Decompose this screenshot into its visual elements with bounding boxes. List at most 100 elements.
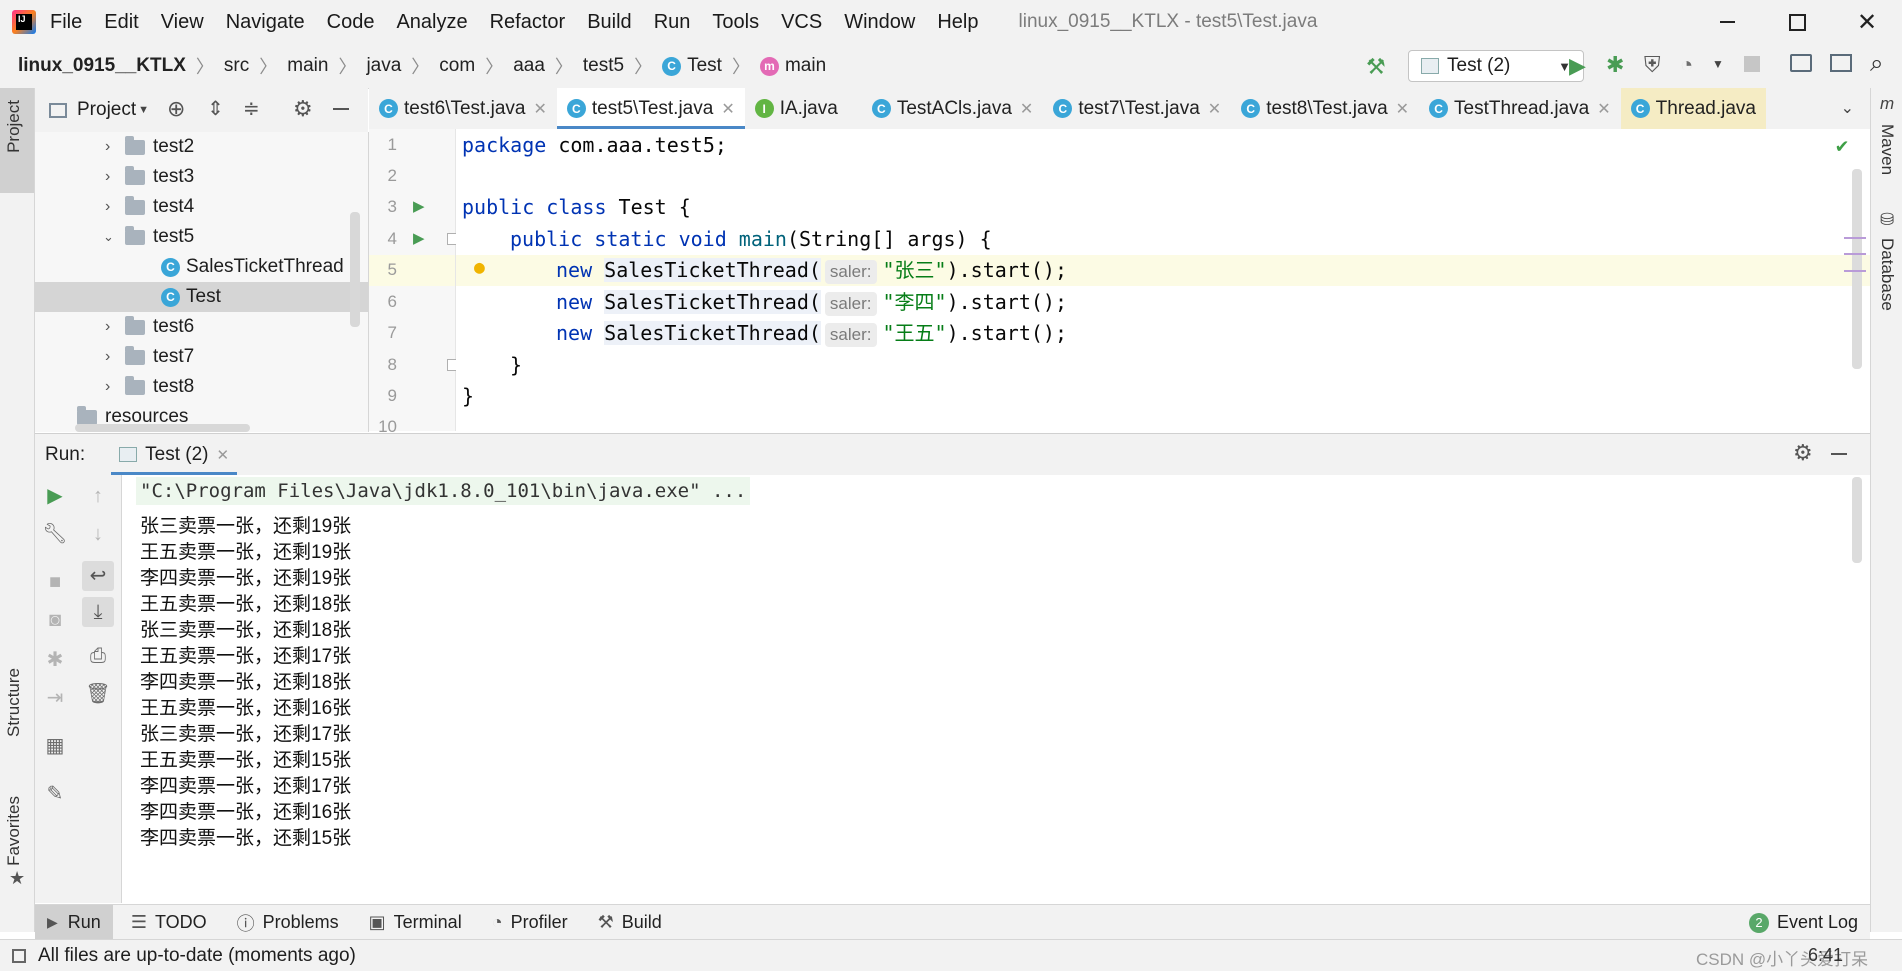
profiler-icon[interactable]: ◔	[1680, 52, 1693, 78]
more-run-chevron-icon[interactable]: ▼	[1712, 57, 1724, 71]
breadcrumb-java[interactable]: java	[366, 55, 401, 77]
tree-item-salesticketthread[interactable]: C SalesTicketThread	[35, 252, 368, 282]
debug-icon[interactable]: ✱	[1606, 52, 1624, 78]
run-gutter-icon[interactable]: ▶	[413, 197, 425, 215]
close-tab-icon[interactable]: ✕	[721, 99, 734, 119]
tab-testthread-java[interactable]: C TestThread.java ✕	[1419, 88, 1621, 129]
lightbulb-icon[interactable]: ●	[474, 257, 485, 278]
minimize-button[interactable]	[1692, 0, 1762, 44]
breadcrumb-main[interactable]: main	[287, 55, 328, 77]
tab-list-chevron-icon[interactable]: ⌄	[1841, 98, 1854, 118]
locate-icon[interactable]: ⊕	[167, 96, 185, 122]
tree-item-test4[interactable]: › test4	[35, 192, 368, 222]
tab-test7-test-java[interactable]: C test7\Test.java ✕	[1043, 88, 1231, 129]
console-scrollbar[interactable]	[1852, 477, 1862, 563]
tree-hscrollbar[interactable]	[75, 424, 250, 432]
bottom-tab-profiler[interactable]: ◔ Profiler	[492, 912, 568, 933]
close-tab-icon[interactable]: ✕	[1020, 99, 1033, 119]
scroll-to-end-icon[interactable]: ⤓	[82, 597, 114, 627]
code-editor[interactable]: package com.aaa.test5; public class Test…	[456, 129, 1870, 431]
side-tab-structure[interactable]: Structure	[4, 668, 24, 737]
collapse-all-icon[interactable]: ≑	[243, 96, 260, 121]
gear-icon[interactable]: ⚙	[293, 96, 313, 122]
hide-panel-icon[interactable]	[1831, 453, 1847, 455]
menu-run[interactable]: Run	[654, 11, 691, 34]
bottom-tab-run[interactable]: ▶ Run	[35, 905, 113, 940]
soft-wrap-icon[interactable]: ↩	[82, 561, 114, 591]
stop-icon[interactable]: ■	[35, 571, 75, 594]
maximize-button[interactable]	[1762, 0, 1832, 44]
breadcrumb-com[interactable]: com	[439, 55, 475, 77]
menu-window[interactable]: Window	[844, 11, 915, 34]
menu-refactor[interactable]: Refactor	[490, 11, 566, 34]
bottom-tab-build[interactable]: ⚒ Build	[598, 912, 662, 933]
run-config-select[interactable]: Test (2) ▼	[1408, 50, 1584, 82]
hide-panel-icon[interactable]	[333, 108, 349, 110]
close-tab-icon[interactable]: ✕	[1208, 99, 1221, 119]
menu-tools[interactable]: Tools	[712, 11, 759, 34]
event-log-button[interactable]: 2 Event Log	[1749, 905, 1858, 940]
coverage-icon[interactable]: ⛨	[1644, 52, 1661, 78]
run-icon[interactable]: ▶	[1569, 53, 1586, 79]
project-view-select[interactable]: Project	[77, 99, 136, 121]
login-icon[interactable]: ⇥	[35, 685, 75, 710]
tab-test8-test-java[interactable]: C test8\Test.java ✕	[1231, 88, 1419, 129]
run-tab-test2[interactable]: Test (2) ✕	[111, 434, 238, 476]
breadcrumb-test5[interactable]: test5	[583, 55, 624, 77]
tree-item-test7[interactable]: › test7	[35, 342, 368, 372]
tree-item-test6[interactable]: › test6	[35, 312, 368, 342]
menu-file[interactable]: File	[50, 11, 82, 34]
bottom-tab-todo[interactable]: ☰ TODO	[131, 912, 207, 933]
menu-code[interactable]: Code	[327, 11, 375, 34]
caret-position[interactable]: 6:41	[1808, 945, 1843, 966]
menu-analyze[interactable]: Analyze	[396, 11, 467, 34]
gear-icon[interactable]: ⚙	[1793, 440, 1813, 466]
menu-build[interactable]: Build	[587, 11, 631, 34]
side-tab-maven[interactable]: Maven	[1877, 124, 1897, 175]
up-arrow-icon[interactable]: ↑	[75, 485, 121, 508]
stop-icon[interactable]	[1744, 56, 1760, 72]
expand-all-icon[interactable]: ⇕	[207, 96, 224, 121]
close-tab-icon[interactable]: ✕	[1597, 99, 1610, 119]
bottom-tab-terminal[interactable]: ▣ Terminal	[369, 912, 462, 933]
menu-help[interactable]: Help	[937, 11, 978, 34]
menu-edit[interactable]: Edit	[104, 11, 138, 34]
tree-item-test8[interactable]: › test8	[35, 372, 368, 402]
layout-icon[interactable]: ▦	[35, 733, 75, 758]
trash-icon[interactable]: 🗑︎	[75, 681, 121, 706]
pin-icon[interactable]: ✎	[35, 781, 75, 806]
side-tab-database[interactable]: Database	[1877, 238, 1897, 311]
close-tab-icon[interactable]: ✕	[1396, 99, 1409, 119]
close-button[interactable]: ✕	[1832, 0, 1902, 44]
tab-ia-java[interactable]: I IA.java	[745, 88, 848, 129]
wrench-icon[interactable]: 🔧︎	[35, 521, 75, 546]
close-tab-icon[interactable]: ✕	[533, 99, 546, 119]
print-icon[interactable]: ⎙	[75, 645, 121, 668]
tab-test5-test-java[interactable]: C test5\Test.java ✕	[556, 88, 745, 129]
side-tab-project[interactable]: Project	[0, 88, 34, 193]
tree-scrollbar[interactable]	[350, 212, 360, 327]
menu-navigate[interactable]: Navigate	[226, 11, 305, 34]
build-hammer-icon[interactable]: ⚒	[1366, 54, 1386, 80]
camera-icon[interactable]: ◙	[35, 609, 75, 632]
tab-test6-test-java[interactable]: C test6\Test.java ✕	[369, 88, 557, 129]
close-tab-icon[interactable]: ✕	[217, 446, 230, 464]
breadcrumb-test-class[interactable]: Test	[687, 55, 722, 77]
run-gutter-icon[interactable]: ▶	[413, 229, 425, 247]
status-toggle-icon[interactable]	[12, 948, 26, 963]
console-output[interactable]: "C:\Program Files\Java\jdk1.8.0_101\bin\…	[122, 475, 1870, 903]
tree-item-test5[interactable]: ⌄ test5	[35, 222, 368, 252]
tab-thread-java[interactable]: C Thread.java	[1620, 88, 1766, 129]
layout-icon[interactable]	[1830, 54, 1852, 72]
search-icon[interactable]: ⌕	[1870, 50, 1883, 78]
debug-settings-icon[interactable]: ✱	[35, 647, 75, 672]
tree-item-test2[interactable]: › test2	[35, 132, 368, 162]
breadcrumb-main-method[interactable]: main	[785, 55, 826, 77]
side-tab-favorites[interactable]: Favorites	[4, 796, 24, 866]
tab-testacls-java[interactable]: C TestACls.java ✕	[862, 88, 1044, 129]
down-arrow-icon[interactable]: ↓	[75, 523, 121, 546]
project-structure-icon[interactable]	[1790, 54, 1812, 72]
breadcrumb-aaa[interactable]: aaa	[513, 55, 545, 77]
breadcrumb-project[interactable]: linux_0915__KTLX	[18, 55, 186, 77]
tree-item-test-class[interactable]: C Test	[35, 282, 368, 312]
